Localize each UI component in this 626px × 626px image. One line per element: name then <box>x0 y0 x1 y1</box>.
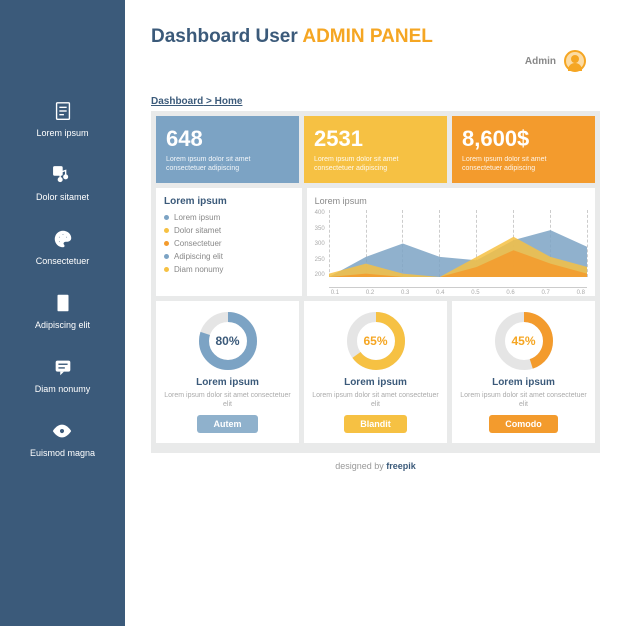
avatar-icon <box>564 50 586 72</box>
list-card: Lorem ipsum Lorem ipsum Dolor sitamet Cons… <box>156 188 302 296</box>
stat-value: 2531 <box>314 126 437 152</box>
donut-button-0[interactable]: Autem <box>197 415 257 433</box>
donut-title: Lorem ipsum <box>312 377 439 388</box>
chart-x-axis: 0.10.20.30.40.50.60.70.8 <box>329 290 587 296</box>
media-icon <box>51 164 73 186</box>
stat-value: 8,600$ <box>462 126 585 152</box>
sidebar-item-3[interactable]: Adipiscing elit <box>35 292 90 330</box>
dot-icon <box>164 241 169 246</box>
donut-desc: Lorem ipsum dolor sit amet consectetuer … <box>164 391 291 409</box>
stat-desc: Lorem ipsum dolor sit amet consectetuer … <box>462 155 585 173</box>
chart-y-axis: 400350300250200 <box>315 210 329 288</box>
sidebar-label: Adipiscing elit <box>35 320 90 330</box>
area-chart: Lorem ipsum 400350300250200 0.10.20.30.4… <box>307 188 595 296</box>
list-item[interactable]: Lorem ipsum <box>164 213 294 222</box>
donut-pct: 65% <box>346 311 406 371</box>
donut-button-1[interactable]: Blandit <box>344 415 407 433</box>
list-item[interactable]: Consectetuer <box>164 239 294 248</box>
list-item[interactable]: Dolor sitamet <box>164 226 294 235</box>
donut-card-2: 45% Lorem ipsum Lorem ipsum dolor sit am… <box>452 301 595 443</box>
dot-icon <box>164 267 169 272</box>
stat-card-1[interactable]: 2531 Lorem ipsum dolor sit amet consectet… <box>304 116 447 183</box>
donut-pct: 80% <box>198 311 258 371</box>
user-name: Admin <box>525 56 556 67</box>
stat-card-2[interactable]: 8,600$ Lorem ipsum dolor sit amet consect… <box>452 116 595 183</box>
donut-card-0: 80% Lorem ipsum Lorem ipsum dolor sit am… <box>156 301 299 443</box>
stat-desc: Lorem ipsum dolor sit amet consectetuer … <box>314 155 437 173</box>
stats-row: 648 Lorem ipsum dolor sit amet consectetu… <box>156 116 595 183</box>
sidebar-label: Consectetuer <box>36 256 90 266</box>
dot-icon <box>164 254 169 259</box>
stat-value: 648 <box>166 126 289 152</box>
list-title: Lorem ipsum <box>164 196 294 207</box>
sidebar-label: Euismod magna <box>30 448 95 458</box>
donut-card-1: 65% Lorem ipsum Lorem ipsum dolor sit am… <box>304 301 447 443</box>
dot-icon <box>164 215 169 220</box>
dot-icon <box>164 228 169 233</box>
donut-title: Lorem ipsum <box>460 377 587 388</box>
document-icon <box>52 100 74 122</box>
sidebar-label: Diam nonumy <box>35 384 91 394</box>
donut-button-2[interactable]: Comodo <box>489 415 558 433</box>
stat-desc: Lorem ipsum dolor sit amet consectetuer … <box>166 155 289 173</box>
sidebar-item-5[interactable]: Euismod magna <box>30 420 95 458</box>
eye-icon <box>51 420 73 442</box>
donut-desc: Lorem ipsum dolor sit amet consectetuer … <box>460 391 587 409</box>
sidebar-item-1[interactable]: Dolor sitamet <box>36 164 89 202</box>
donut-pct: 45% <box>494 311 554 371</box>
donut-chart: 80% <box>198 311 258 371</box>
sidebar: Lorem ipsum Dolor sitamet Consectetuer A… <box>0 0 125 626</box>
donut-desc: Lorem ipsum dolor sit amet consectetuer … <box>312 391 439 409</box>
donut-row: 80% Lorem ipsum Lorem ipsum dolor sit am… <box>156 301 595 443</box>
donut-title: Lorem ipsum <box>164 377 291 388</box>
list-item[interactable]: Adipiscing elit <box>164 252 294 261</box>
user-bar[interactable]: Admin <box>525 50 586 72</box>
chart-plot: 0.10.20.30.40.50.60.70.8 <box>329 210 587 288</box>
sidebar-item-2[interactable]: Consectetuer <box>36 228 90 266</box>
stat-card-0[interactable]: 648 Lorem ipsum dolor sit amet consectetu… <box>156 116 299 183</box>
main-area: Dashboard User ADMIN PANEL Admin Dashboa… <box>125 0 626 626</box>
sidebar-item-0[interactable]: Lorem ipsum <box>36 100 88 138</box>
chat-icon <box>52 356 74 378</box>
donut-chart: 65% <box>346 311 406 371</box>
content: 648 Lorem ipsum dolor sit amet consectetu… <box>151 111 600 453</box>
sidebar-label: Lorem ipsum <box>36 128 88 138</box>
breadcrumb[interactable]: Dashboard > Home <box>151 96 600 107</box>
footer: designed by freepik <box>151 461 600 471</box>
palette-icon <box>52 228 74 250</box>
book-icon <box>52 292 74 314</box>
page-title: Dashboard User ADMIN PANEL <box>151 26 600 48</box>
donut-chart: 45% <box>494 311 554 371</box>
list-item[interactable]: Diam nonumy <box>164 265 294 274</box>
sidebar-label: Dolor sitamet <box>36 192 89 202</box>
chart-title: Lorem ipsum <box>315 196 587 206</box>
sidebar-item-4[interactable]: Diam nonumy <box>35 356 91 394</box>
